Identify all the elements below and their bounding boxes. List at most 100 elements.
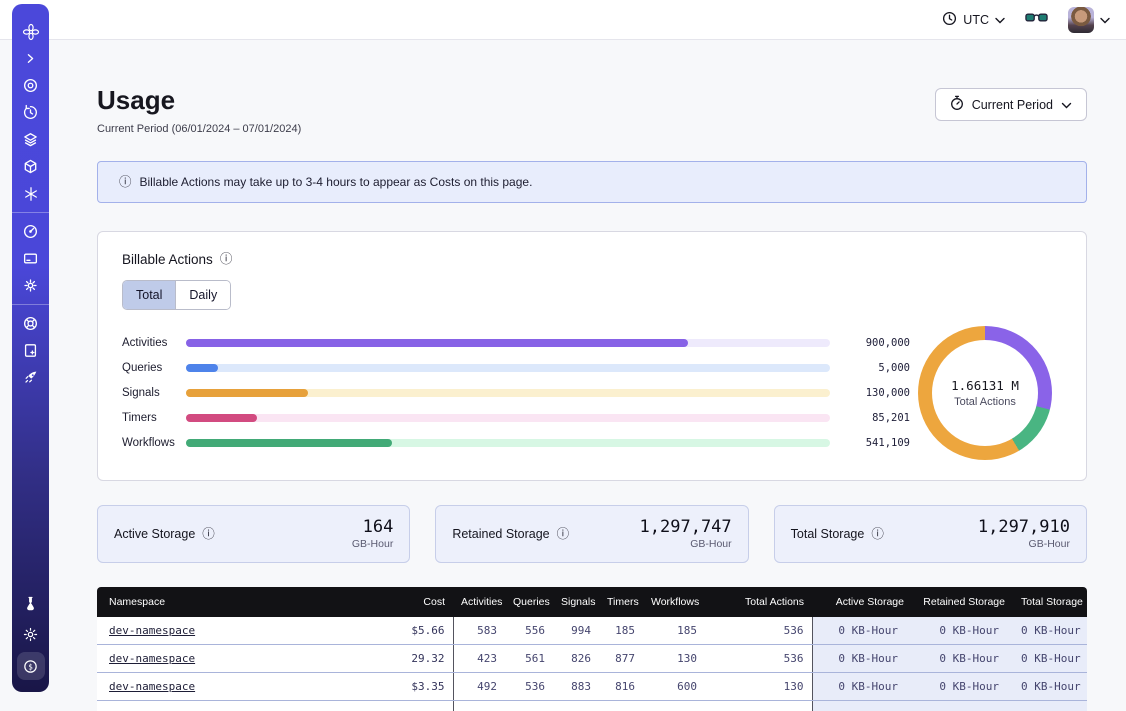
timezone-selector[interactable]: UTC — [942, 11, 1005, 29]
feedback-glasses-button[interactable] — [1025, 11, 1048, 29]
column-header-namespace: Namespace — [97, 587, 347, 617]
info-icon[interactable]: ⓘ — [202, 528, 215, 541]
column-header-signals: Signals — [553, 587, 599, 617]
sidebar-item-support-icon[interactable] — [12, 310, 49, 337]
info-icon[interactable]: ⓘ — [557, 528, 570, 541]
table-cell: 0 KB-Hour — [812, 617, 912, 645]
sidebar-item-docs-icon[interactable] — [12, 337, 49, 364]
dollar-glyph: $ — [28, 662, 33, 671]
table-header-row: NamespaceCostActivitiesQueriesSignalsTim… — [97, 587, 1087, 617]
bar-track — [186, 414, 830, 422]
billable-actions-title: Billable Actions — [122, 252, 213, 267]
table-cell: 0 KB-Hour — [1013, 645, 1087, 673]
sidebar-item-deployments-icon[interactable] — [12, 153, 49, 180]
sidebar-item-billing-icon[interactable] — [12, 245, 49, 272]
retained-storage-label: Retained Storage — [452, 527, 549, 541]
bar-label: Workflows — [122, 437, 186, 449]
table-cell — [599, 701, 643, 711]
sidebar-item-labs-icon[interactable] — [12, 590, 49, 617]
active-storage-value: 164 — [352, 518, 393, 538]
table-row: dev-namespace$3.354925368838166001300 KB… — [97, 673, 1087, 701]
table-row: dev-namespace$5.665835569941851855360 KB… — [97, 617, 1087, 645]
table-cell: 600 — [643, 673, 705, 701]
avatar — [1068, 7, 1094, 33]
sidebar-item-pricing-active[interactable]: $ — [17, 652, 45, 680]
sidebar-item-nexus-icon[interactable] — [12, 180, 49, 207]
table-cell: 185 — [599, 617, 643, 645]
table-cell: $3.35 — [347, 673, 453, 701]
sidebar-expand-icon[interactable] — [12, 45, 49, 72]
period-selector-label: Current Period — [972, 98, 1053, 112]
total-actions-donut: 1.66131 M Total Actions — [918, 326, 1052, 460]
topbar: UTC — [0, 0, 1126, 40]
info-icon[interactable]: ⓘ — [871, 528, 884, 541]
column-header-queries: Queries — [505, 587, 553, 617]
sidebar-divider — [12, 212, 49, 213]
table-cell: 536 — [705, 645, 812, 673]
table-cell: 556 — [505, 617, 553, 645]
table-cell — [347, 701, 453, 711]
table-body: dev-namespace$5.665835569941851855360 KB… — [97, 617, 1087, 711]
table-cell: 0 KB-Hour — [912, 617, 1013, 645]
glasses-icon — [1025, 11, 1048, 29]
table-cell — [553, 701, 599, 711]
bar-fill — [186, 439, 392, 447]
table-cell — [97, 701, 347, 711]
sidebar-item-getting-started-icon[interactable] — [12, 364, 49, 391]
bar-label: Timers — [122, 412, 186, 424]
billable-actions-card: Billable Actions ⓘ Total Daily Activitie… — [97, 231, 1087, 481]
total-storage-unit: GB-Hour — [978, 538, 1070, 550]
chevron-down-icon — [995, 13, 1005, 27]
bar-value: 85,201 — [830, 412, 910, 424]
table-cell: 0 KB-Hour — [1013, 673, 1087, 701]
namespace-link[interactable]: dev-namespace — [109, 624, 195, 637]
timezone-label: UTC — [963, 13, 989, 27]
sidebar: $ — [12, 4, 49, 692]
theme-toggle-icon[interactable] — [12, 621, 49, 648]
table-cell: 536 — [705, 617, 812, 645]
bar-row-queries: Queries5,000 — [122, 355, 910, 380]
donut-total-label: Total Actions — [954, 396, 1016, 408]
chevron-down-icon — [1100, 11, 1110, 29]
namespace-link[interactable]: dev-namespace — [109, 680, 195, 693]
table-cell — [1013, 701, 1087, 711]
sidebar-item-namespaces-icon[interactable] — [12, 72, 49, 99]
table-cell: 883 — [553, 673, 599, 701]
sidebar-item-layers-icon[interactable] — [12, 126, 49, 153]
bar-track — [186, 364, 830, 372]
tab-daily[interactable]: Daily — [175, 281, 230, 309]
sidebar-divider — [12, 304, 49, 305]
retained-storage-value: 1,297,747 — [640, 518, 732, 538]
billable-view-tabs: Total Daily — [122, 280, 231, 310]
table-cell: 816 — [599, 673, 643, 701]
active-storage-card: Active Storage ⓘ 164 GB-Hour — [97, 505, 410, 563]
sidebar-item-usage-icon[interactable] — [12, 218, 49, 245]
column-header-timers: Timers — [599, 587, 643, 617]
bar-fill — [186, 414, 257, 422]
billable-bars: Activities900,000Queries5,000Signals130,… — [122, 330, 910, 455]
table-cell: 0 KB-Hour — [912, 673, 1013, 701]
namespace-link[interactable]: dev-namespace — [109, 652, 195, 665]
table-row-partial — [97, 701, 1087, 711]
info-icon[interactable]: ⓘ — [220, 253, 233, 266]
namespace-usage-table: NamespaceCostActivitiesQueriesSignalsTim… — [97, 587, 1087, 711]
period-selector-button[interactable]: Current Period — [935, 88, 1087, 121]
table-cell: 583 — [453, 617, 505, 645]
bar-label: Activities — [122, 337, 186, 349]
table-cell: 185 — [643, 617, 705, 645]
page-subtitle: Current Period (06/01/2024 – 07/01/2024) — [97, 123, 301, 135]
bar-value: 130,000 — [830, 387, 910, 399]
account-menu[interactable] — [1068, 7, 1110, 33]
chevron-down-icon — [1061, 98, 1072, 112]
bar-track — [186, 439, 830, 447]
sidebar-item-settings-icon[interactable] — [12, 272, 49, 299]
bar-fill — [186, 339, 688, 347]
sidebar-item-schedules-icon[interactable] — [12, 99, 49, 126]
temporal-logo-icon[interactable] — [12, 18, 49, 45]
page-title: Usage — [97, 86, 301, 116]
namespace-cell: dev-namespace — [97, 673, 347, 701]
bar-value: 5,000 — [830, 362, 910, 374]
info-icon: ⓘ — [119, 176, 132, 189]
bar-row-workflows: Workflows541,109 — [122, 430, 910, 455]
tab-total[interactable]: Total — [123, 281, 175, 309]
